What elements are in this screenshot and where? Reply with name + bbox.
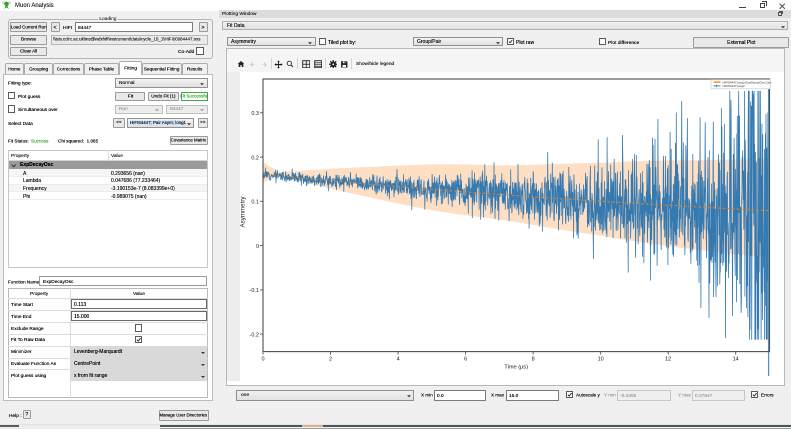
svg-text:0.2: 0.2 <box>251 155 259 161</box>
svg-text:12: 12 <box>665 356 671 362</box>
svg-text:8: 8 <box>532 356 535 362</box>
svg-text:Time (μs): Time (μs) <box>504 365 528 371</box>
svg-text:-0.1: -0.1 <box>250 288 259 294</box>
svg-text:4: 4 <box>397 356 400 362</box>
svg-text:0: 0 <box>256 244 259 250</box>
svg-text:0.3: 0.3 <box>251 111 259 117</box>
svg-text:2: 2 <box>329 356 332 362</box>
svg-text:0.1: 0.1 <box>251 200 259 206</box>
svg-text:0: 0 <box>261 356 264 362</box>
svg-text:HIFI84447;long2;ExpDecayOsc;Ca: HIFI84447;long2;ExpDecayOsc;Calc <box>723 80 772 84</box>
svg-text:Asymmetry: Asymmetry <box>240 196 247 228</box>
svg-text:14: 14 <box>733 356 739 362</box>
svg-text:-0.2: -0.2 <box>250 332 259 338</box>
svg-text:6: 6 <box>464 356 467 362</box>
svg-text:10: 10 <box>598 356 604 362</box>
svg-text:HIFI84447;long2: HIFI84447;long2 <box>723 84 746 88</box>
